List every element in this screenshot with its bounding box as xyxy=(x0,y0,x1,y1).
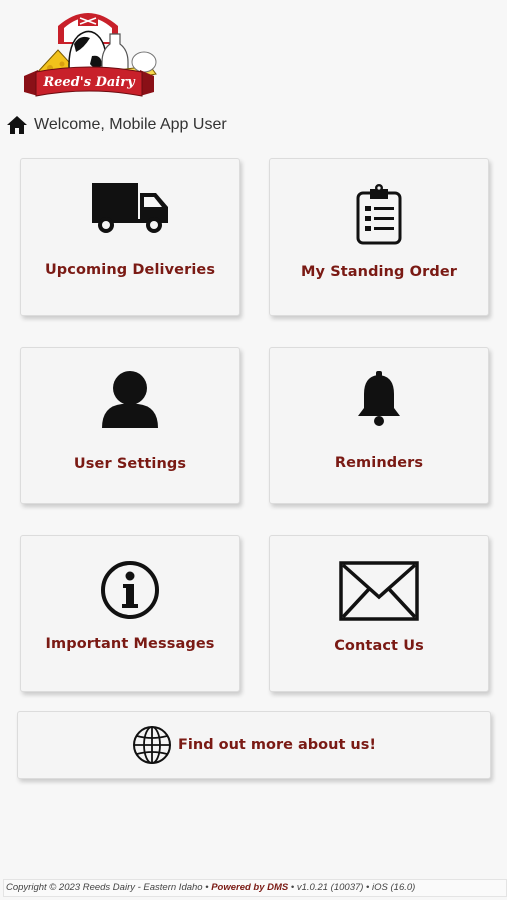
globe-icon xyxy=(133,726,171,764)
reeds-dairy-logo: Reed's Dairy xyxy=(18,4,160,100)
my-standing-order-label: My Standing Order xyxy=(300,264,458,280)
upcoming-deliveries-label: Upcoming Deliveries xyxy=(44,262,216,278)
powered-by-link[interactable]: Powered by DMS xyxy=(211,882,288,893)
welcome-bar: Welcome, Mobile App User xyxy=(6,112,227,138)
upcoming-deliveries-button[interactable]: Upcoming Deliveries xyxy=(20,158,240,316)
welcome-text: Welcome, Mobile App User xyxy=(34,116,227,133)
my-standing-order-button[interactable]: My Standing Order xyxy=(269,158,489,316)
user-settings-button[interactable]: User Settings xyxy=(20,347,240,504)
reminders-label: Reminders xyxy=(334,455,424,471)
contact-us-button[interactable]: Contact Us xyxy=(269,535,489,692)
footer-copyright: Copyright © 2023 Reeds Dairy - Eastern I… xyxy=(6,882,209,893)
envelope-icon xyxy=(339,561,419,621)
important-messages-label: Important Messages xyxy=(45,636,215,652)
important-messages-button[interactable]: Important Messages xyxy=(20,535,240,692)
home-icon[interactable] xyxy=(6,115,28,135)
info-icon xyxy=(101,561,159,619)
bell-icon xyxy=(358,371,400,426)
footer: Copyright © 2023 Reeds Dairy - Eastern I… xyxy=(3,879,507,897)
find-out-more-label: Find out more about us! xyxy=(178,737,376,753)
reminders-button[interactable]: Reminders xyxy=(269,347,489,504)
truck-icon xyxy=(92,183,168,233)
contact-us-label: Contact Us xyxy=(334,638,424,654)
footer-version: • v1.0.21 (10037) • iOS (16.0) xyxy=(290,882,416,893)
clipboard-list-icon xyxy=(356,184,402,245)
user-icon xyxy=(102,371,158,428)
find-out-more-button[interactable]: Find out more about us! xyxy=(17,711,491,779)
user-settings-label: User Settings xyxy=(73,456,187,472)
logo-text: Reed's Dairy xyxy=(43,75,135,90)
